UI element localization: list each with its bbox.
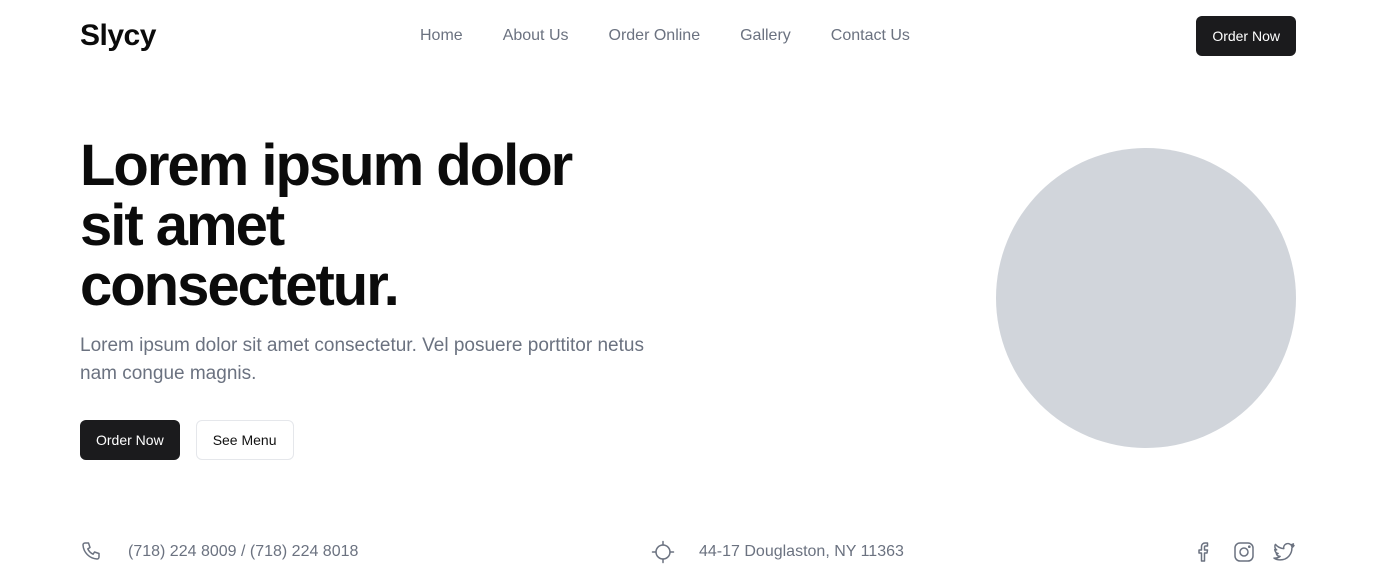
landing-page: Slycy Home About Us Order Online Gallery… — [0, 0, 1376, 580]
logo[interactable]: Slycy — [80, 19, 156, 53]
hero-title-line-1: Lorem ipsum dolor — [80, 133, 573, 198]
hero-title-line-3: consectetur. — [80, 253, 400, 318]
twitter-icon[interactable] — [1272, 538, 1296, 566]
hero-title: Lorem ipsum dolor sit amet consectetur. — [80, 136, 680, 316]
phone-icon — [80, 540, 104, 564]
hero-order-now-button[interactable]: Order Now — [80, 420, 180, 460]
phone-info: (718) 224 8009 / (718) 224 8018 — [80, 538, 358, 566]
hero-title-line-2: sit amet — [80, 193, 285, 258]
nav-contact-us[interactable]: Contact Us — [831, 27, 910, 45]
see-menu-button[interactable]: See Menu — [195, 420, 294, 460]
phone-numbers[interactable]: (718) 224 8009 / (718) 224 8018 — [128, 543, 358, 561]
facebook-icon[interactable] — [1192, 538, 1216, 566]
nav-order-online[interactable]: Order Online — [609, 27, 701, 45]
nav-gallery[interactable]: Gallery — [740, 27, 791, 45]
header-order-now-button[interactable]: Order Now — [1196, 16, 1296, 56]
main-nav: Home About Us Order Online Gallery Conta… — [420, 16, 910, 56]
address-info: 44-17 Douglaston, NY 11363 — [651, 538, 904, 566]
nav-home[interactable]: Home — [420, 27, 463, 45]
social-links — [1192, 538, 1296, 566]
hero-image-placeholder — [996, 148, 1296, 448]
nav-about-us[interactable]: About Us — [503, 27, 569, 45]
site-header: Slycy Home About Us Order Online Gallery… — [80, 16, 1296, 56]
location-crosshair-icon — [651, 540, 675, 564]
hero-subtitle: Lorem ipsum dolor sit amet consectetur. … — [80, 335, 644, 384]
instagram-icon[interactable] — [1232, 538, 1256, 566]
hero-actions: Order Now See Menu — [80, 420, 294, 460]
address-text[interactable]: 44-17 Douglaston, NY 11363 — [699, 543, 904, 561]
